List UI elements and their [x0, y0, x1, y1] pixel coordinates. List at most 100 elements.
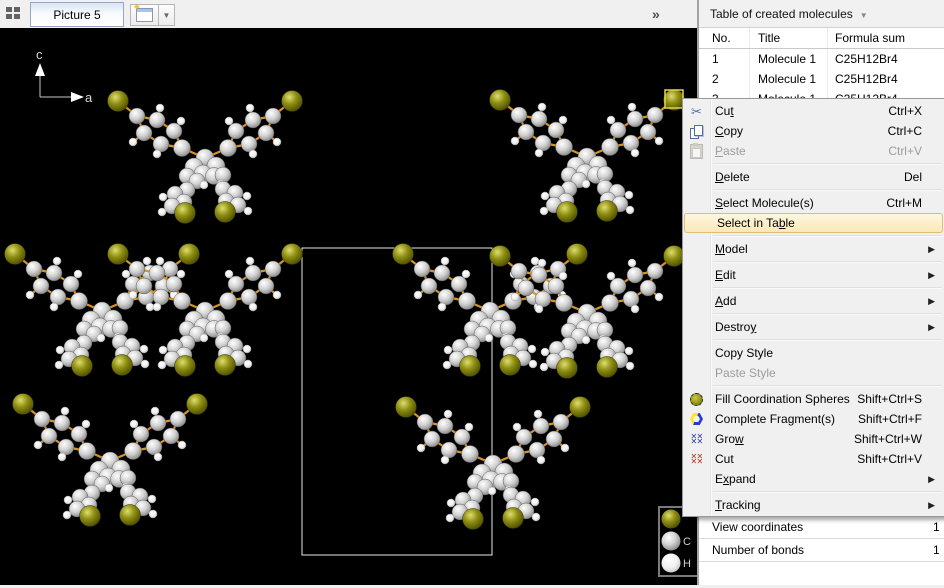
hydrogen-atom[interactable]	[26, 291, 34, 299]
hydrogen-atom[interactable]	[249, 303, 257, 311]
carbon-atom[interactable]	[627, 111, 643, 127]
carbon-atom[interactable]	[610, 122, 626, 138]
hydrogen-atom[interactable]	[511, 137, 519, 145]
hydrogen-atom[interactable]	[55, 361, 63, 369]
bromine-atom[interactable]	[282, 244, 303, 265]
menu-item-select-in-table[interactable]: Select in Table	[684, 213, 943, 233]
carbon-atom[interactable]	[125, 443, 142, 460]
carbon-atom[interactable]	[434, 265, 450, 281]
carbon-atom[interactable]	[58, 439, 74, 455]
carbon-atom[interactable]	[531, 267, 547, 283]
carbon-atom[interactable]	[153, 136, 169, 152]
carbon-atom[interactable]	[174, 293, 191, 310]
carbon-atom[interactable]	[166, 123, 182, 139]
bromine-atom[interactable]	[175, 203, 196, 224]
carbon-atom[interactable]	[511, 107, 527, 123]
carbon-atom[interactable]	[136, 125, 152, 141]
carbon-atom[interactable]	[553, 414, 569, 430]
hydrogen-atom[interactable]	[540, 363, 548, 371]
views-grid-icon[interactable]	[4, 5, 30, 27]
carbon-atom[interactable]	[46, 265, 62, 281]
table-header-row[interactable]: No.TitleFormula sum	[699, 28, 944, 49]
carbon-atom[interactable]	[33, 278, 49, 294]
hydrogen-atom[interactable]	[177, 270, 185, 278]
hydrogen-atom[interactable]	[441, 257, 449, 265]
hydrogen-atom[interactable]	[559, 116, 567, 124]
table-row[interactable]: 1Molecule 1C25H12Br4	[699, 49, 944, 69]
hydrogen-atom[interactable]	[438, 303, 446, 311]
hydrogen-atom[interactable]	[532, 513, 540, 521]
carbon-atom[interactable]	[441, 442, 457, 458]
hydrogen-atom[interactable]	[626, 206, 634, 214]
new-picture-dropdown[interactable]: ▼	[158, 5, 174, 25]
hydrogen-atom[interactable]	[200, 334, 208, 342]
carbon-atom[interactable]	[170, 411, 186, 427]
menu-item-grow[interactable]: ✕✕✕✕GrowShift+Ctrl+W	[683, 429, 944, 449]
carbon-atom[interactable]	[548, 278, 564, 294]
molecule[interactable]	[490, 90, 685, 223]
hydrogen-atom[interactable]	[156, 257, 164, 265]
carbon-atom[interactable]	[454, 429, 470, 445]
carbon-atom[interactable]	[54, 415, 70, 431]
hydrogen-atom[interactable]	[446, 514, 454, 522]
hydrogen-atom[interactable]	[462, 270, 470, 278]
carbon-atom[interactable]	[533, 418, 549, 434]
carbon-atom[interactable]	[79, 443, 96, 460]
bromine-atom[interactable]	[557, 202, 578, 223]
carbon-atom[interactable]	[640, 280, 656, 296]
menu-item-add[interactable]: Add▶	[683, 291, 944, 311]
hydrogen-atom[interactable]	[537, 456, 545, 464]
hydrogen-atom[interactable]	[541, 348, 549, 356]
carbon-atom[interactable]	[647, 263, 663, 279]
panel-title-bar[interactable]: Table of created molecules ▼	[699, 0, 944, 28]
carbon-atom[interactable]	[153, 289, 169, 305]
hydrogen-atom[interactable]	[82, 420, 90, 428]
carbon-atom[interactable]	[241, 136, 257, 152]
carbon-atom[interactable]	[228, 276, 244, 292]
carbon-atom[interactable]	[166, 276, 182, 292]
hydrogen-atom[interactable]	[159, 346, 167, 354]
hydrogen-atom[interactable]	[625, 191, 633, 199]
carbon-atom[interactable]	[146, 439, 162, 455]
hydrogen-atom[interactable]	[631, 149, 639, 157]
hydrogen-atom[interactable]	[177, 117, 185, 125]
carbon-atom[interactable]	[516, 429, 532, 445]
hydrogen-atom[interactable]	[529, 360, 537, 368]
hydrogen-atom[interactable]	[148, 495, 156, 503]
carbon-atom[interactable]	[149, 265, 165, 281]
menu-item-paste[interactable]: PasteCtrl+V	[683, 141, 944, 161]
hydrogen-atom[interactable]	[63, 511, 71, 519]
bromine-atom[interactable]	[282, 91, 303, 112]
carbon-atom[interactable]	[228, 123, 244, 139]
bromine-atom[interactable]	[500, 355, 521, 376]
hydrogen-atom[interactable]	[631, 305, 639, 313]
carbon-atom[interactable]	[71, 426, 87, 442]
hydrogen-atom[interactable]	[61, 407, 69, 415]
hydrogen-atom[interactable]	[628, 259, 636, 267]
hydrogen-atom[interactable]	[538, 259, 546, 267]
hydrogen-atom[interactable]	[607, 272, 615, 280]
hydrogen-atom[interactable]	[178, 441, 186, 449]
carbon-atom[interactable]	[71, 293, 88, 310]
hydrogen-atom[interactable]	[582, 180, 590, 188]
hydrogen-atom[interactable]	[149, 510, 157, 518]
hydrogen-atom[interactable]	[559, 272, 567, 280]
carbon-atom[interactable]	[414, 261, 430, 277]
bromine-atom[interactable]	[13, 394, 34, 415]
carbon-atom[interactable]	[640, 124, 656, 140]
hydrogen-atom[interactable]	[58, 453, 66, 461]
hydrogen-atom[interactable]	[444, 346, 452, 354]
molecule[interactable]	[13, 394, 208, 527]
carbon-atom[interactable]	[150, 415, 166, 431]
hydrogen-atom[interactable]	[655, 137, 663, 145]
hydrogen-atom[interactable]	[141, 360, 149, 368]
molecule[interactable]	[108, 91, 303, 224]
bromine-atom[interactable]	[597, 357, 618, 378]
bromine-atom[interactable]	[5, 244, 26, 265]
carbon-atom[interactable]	[129, 108, 145, 124]
hydrogen-atom[interactable]	[154, 453, 162, 461]
carbon-atom[interactable]	[265, 261, 281, 277]
hydrogen-atom[interactable]	[444, 410, 452, 418]
structure-canvas[interactable]: c a CH	[0, 28, 697, 585]
tab-picture-5[interactable]: Picture 5	[30, 2, 124, 27]
